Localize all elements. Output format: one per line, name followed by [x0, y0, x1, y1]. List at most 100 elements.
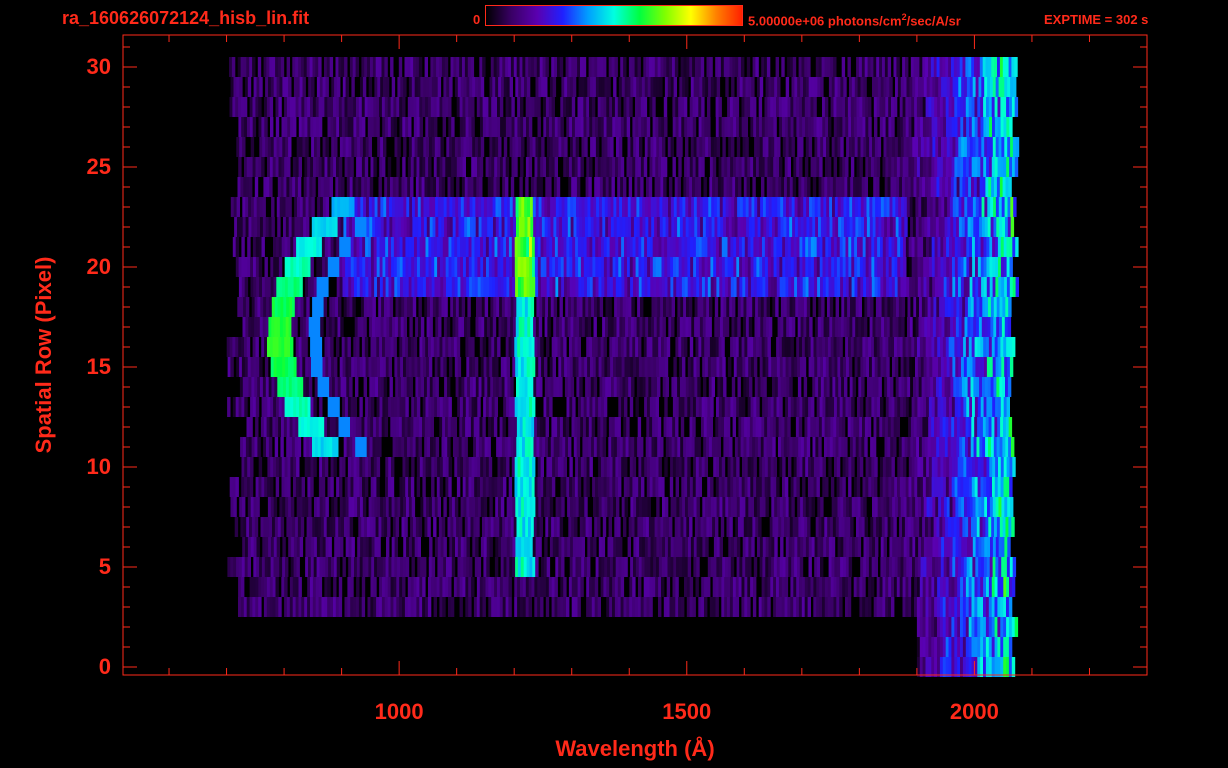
heatmap-cell — [690, 537, 695, 557]
heatmap-cell — [376, 477, 380, 497]
heatmap-cell — [253, 277, 257, 297]
heatmap-cell — [332, 417, 337, 437]
heatmap-cell — [849, 377, 854, 397]
heatmap-cell — [603, 477, 607, 497]
heatmap-cell — [292, 417, 296, 437]
heatmap-cell — [449, 217, 454, 237]
heatmap-cell — [339, 277, 343, 297]
heatmap-cell — [340, 537, 344, 557]
heatmap-cell — [535, 497, 539, 517]
heatmap-cell — [793, 577, 797, 597]
heatmap-cell — [291, 377, 296, 397]
heatmap-cell — [607, 277, 611, 297]
heatmap-cell — [1005, 297, 1009, 317]
heatmap-cell — [371, 357, 375, 377]
heatmap-cell — [527, 377, 531, 397]
heatmap-cell — [408, 257, 412, 277]
heatmap-cell — [858, 377, 862, 397]
heatmap-cell — [741, 237, 746, 257]
heatmap-cell — [997, 417, 1001, 437]
heatmap-cell — [264, 277, 269, 297]
heatmap-cell — [271, 317, 275, 337]
heatmap-cell — [438, 517, 443, 537]
heatmap-cell — [446, 557, 450, 577]
heatmap-cell — [745, 357, 749, 377]
heatmap-cell — [330, 257, 335, 277]
heatmap-cell — [549, 357, 554, 377]
heatmap-cell — [587, 557, 591, 577]
heatmap-cell — [320, 377, 324, 397]
heatmap-cell — [431, 557, 436, 577]
heatmap-cell — [324, 337, 328, 357]
heatmap-cell — [556, 517, 561, 537]
heatmap-cell — [982, 437, 986, 457]
heatmap-cell — [701, 257, 706, 277]
heatmap-cell — [411, 357, 415, 377]
heatmap-cell — [654, 297, 658, 317]
heatmap-cell — [531, 577, 535, 597]
heatmap-cell — [704, 397, 708, 417]
heatmap-cell — [858, 297, 862, 317]
heatmap-cell — [308, 537, 312, 557]
heatmap-cell — [807, 417, 811, 437]
heatmap-cell — [335, 517, 339, 537]
heatmap-cell — [477, 477, 481, 497]
heatmap-cell — [281, 397, 286, 417]
heatmap-cell — [767, 457, 772, 477]
heatmap-cell — [747, 417, 751, 437]
heatmap-cell — [846, 357, 850, 377]
heatmap-cell — [450, 517, 454, 537]
heatmap-cell — [814, 357, 818, 377]
heatmap-cell — [848, 557, 853, 577]
heatmap-cell — [327, 257, 332, 277]
heatmap-cell — [724, 417, 728, 437]
heatmap-cell — [885, 597, 889, 617]
heatmap-cell — [783, 377, 787, 397]
heatmap-cell — [523, 557, 528, 577]
heatmap-cell — [549, 457, 553, 477]
heatmap-cell — [476, 417, 480, 437]
heatmap-cell — [365, 257, 369, 277]
heatmap-cell — [948, 657, 952, 677]
heatmap-cell — [330, 477, 334, 497]
heatmap-cell — [635, 337, 639, 357]
heatmap-cell — [287, 257, 291, 277]
heatmap-cell — [297, 377, 301, 397]
heatmap-cell — [960, 477, 964, 497]
heatmap-cell — [997, 237, 1002, 257]
heatmap-cell — [474, 477, 478, 497]
heatmap-cell — [878, 317, 882, 337]
heatmap-cell — [455, 297, 460, 317]
heatmap-cell — [971, 337, 976, 357]
heatmap-cell — [635, 597, 639, 617]
heatmap-cell — [475, 197, 479, 217]
heatmap-cell — [591, 577, 596, 597]
heatmap-cell — [271, 297, 276, 317]
heatmap-cell — [1001, 357, 1005, 377]
heatmap-cell — [380, 197, 384, 217]
heatmap-cell — [589, 397, 593, 417]
heatmap-cell — [431, 237, 435, 257]
heatmap-cell — [959, 297, 963, 317]
heatmap-cell — [361, 577, 366, 597]
heatmap-cell — [567, 537, 571, 557]
heatmap-cell — [799, 457, 803, 477]
heatmap-cell — [1000, 477, 1004, 497]
heatmap-cell — [989, 557, 994, 577]
heatmap-cell — [1004, 537, 1008, 557]
heatmap-cell — [524, 217, 528, 237]
heatmap-cell — [949, 237, 953, 257]
heatmap-cell — [296, 537, 301, 557]
heatmap-cell — [893, 437, 897, 457]
heatmap-cell — [919, 297, 923, 317]
heatmap-cell — [697, 377, 701, 397]
heatmap-cell — [402, 257, 406, 277]
heatmap-cell — [684, 577, 688, 597]
heatmap-cell — [715, 577, 719, 597]
heatmap-cell — [558, 277, 562, 297]
heatmap-cell — [588, 297, 592, 317]
heatmap-cell — [583, 257, 588, 277]
heatmap-cell — [584, 197, 588, 217]
heatmap-cell — [242, 197, 246, 217]
heatmap-cell — [799, 257, 803, 277]
